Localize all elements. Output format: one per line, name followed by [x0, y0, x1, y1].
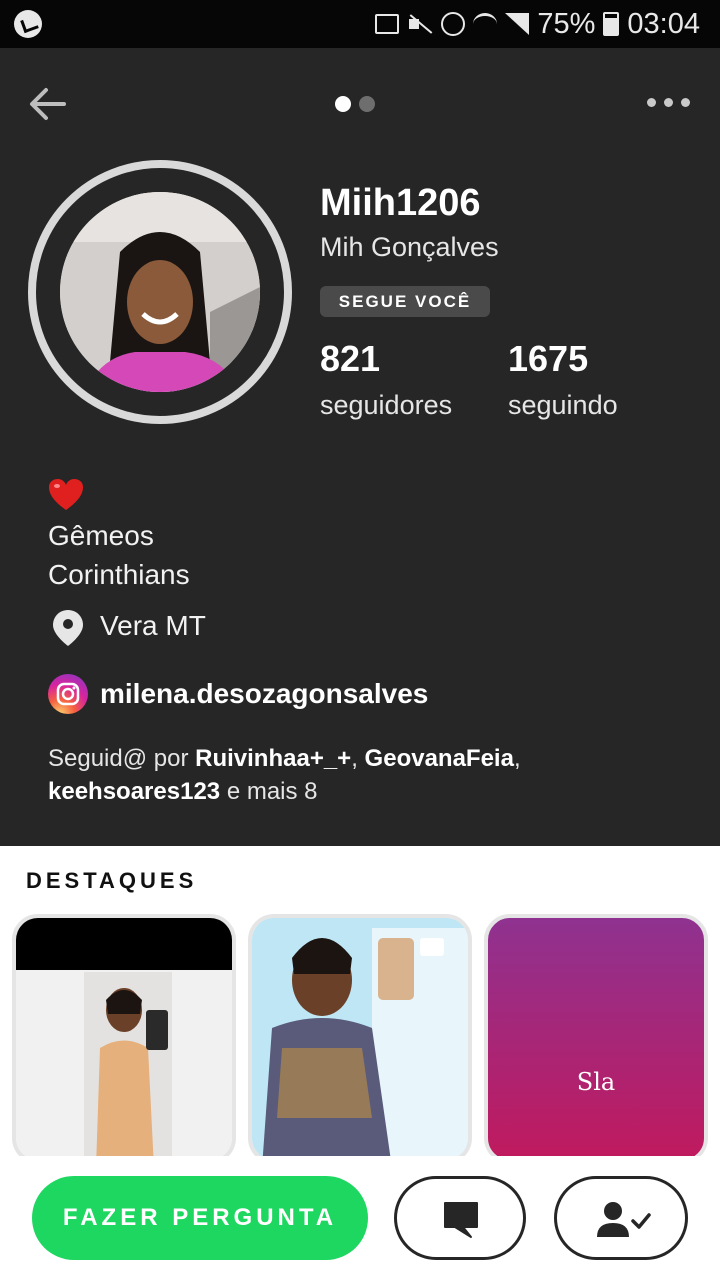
followers-count: 821: [320, 338, 381, 379]
page-dot: [359, 96, 375, 112]
following-toggle-button[interactable]: [554, 1176, 688, 1260]
followed-by-prefix: Seguid@ por: [48, 745, 189, 772]
back-arrow-icon[interactable]: [28, 86, 68, 122]
status-bar: 75% 03:04: [0, 0, 720, 48]
following-count: 1675: [508, 338, 589, 379]
chat-bubble-icon: [444, 1202, 478, 1238]
battery-percentage: 75%: [537, 7, 596, 40]
location-pin-icon: [53, 610, 83, 646]
page-dot-active: [335, 96, 351, 112]
alarm-icon: [441, 12, 466, 36]
highlights-title: DESTAQUES: [26, 868, 198, 893]
instagram-icon: [48, 674, 88, 714]
location: Vera MT: [100, 610, 206, 641]
app-notification-icon: [14, 10, 42, 38]
following-stat[interactable]: 1675 seguindo: [508, 338, 618, 421]
status-icons: 75% 03:04: [375, 6, 700, 42]
highlight-label: Sla: [576, 1068, 616, 1096]
bio-line: Gêmeos: [48, 520, 154, 551]
avatar-ring[interactable]: [28, 160, 292, 424]
instagram-handle[interactable]: milena.desozagonsalves: [100, 678, 428, 710]
highlight-card[interactable]: Sla: [484, 914, 708, 1164]
battery-icon: [603, 12, 620, 36]
page-indicator: [335, 96, 375, 112]
follower-name-link[interactable]: GeovanaFeia: [365, 745, 514, 772]
cast-icon: [375, 14, 400, 34]
full-name: Mih Gonçalves: [320, 232, 499, 262]
heart-icon: [49, 479, 83, 510]
follower-name-link[interactable]: keehsoares123: [48, 778, 220, 805]
bottom-action-bar: FAZER PERGUNTA: [0, 1156, 720, 1280]
clock: 03:04: [627, 7, 700, 40]
followed-by-text: Seguid@ por Ruivinhaa+_+, GeovanaFeia, k…: [48, 745, 521, 805]
bio-line: Corinthians: [48, 559, 190, 590]
highlight-card[interactable]: [248, 914, 472, 1164]
follows-you-badge: SEGUE VOCÊ: [320, 286, 490, 317]
highlight-card[interactable]: [12, 914, 236, 1164]
more-icon[interactable]: [647, 98, 690, 107]
following-label: seguindo: [508, 390, 618, 420]
wifi-icon: [473, 13, 498, 35]
mute-icon: [407, 13, 433, 35]
username: Miih1206: [320, 182, 481, 224]
ask-question-button[interactable]: FAZER PERGUNTA: [32, 1176, 368, 1260]
followed-by-suffix: e mais 8: [226, 778, 318, 805]
signal-icon: [505, 13, 530, 35]
followers-label: seguidores: [320, 390, 453, 420]
avatar: [60, 192, 260, 392]
follower-name-link[interactable]: Ruivinhaa+_+: [195, 745, 351, 772]
message-button[interactable]: [394, 1176, 526, 1260]
user-check-icon: [597, 1202, 651, 1237]
followers-stat[interactable]: 821 seguidores: [320, 338, 452, 421]
profile-header: Miih1206 Mih Gonçalves SEGUE VOCÊ 821 se…: [0, 48, 720, 846]
